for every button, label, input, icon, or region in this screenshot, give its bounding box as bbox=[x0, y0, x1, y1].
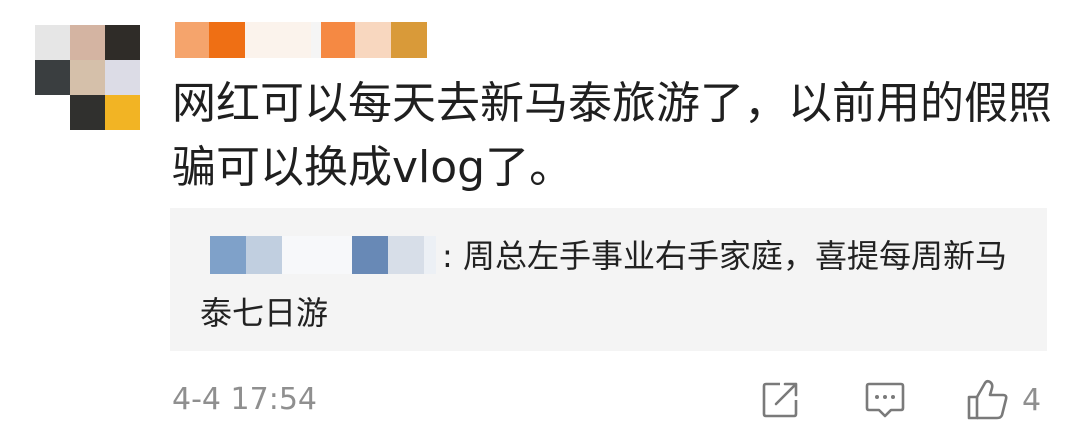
like-button[interactable]: 4 bbox=[966, 379, 1041, 421]
share-icon bbox=[760, 380, 800, 420]
timestamp: 4-4 17:54 bbox=[172, 382, 317, 417]
share-button[interactable] bbox=[760, 379, 800, 421]
comment-footer: 4-4 17:54 4 bbox=[0, 375, 1074, 425]
avatar-pixel bbox=[105, 95, 140, 130]
comment-button[interactable] bbox=[864, 379, 906, 421]
avatar-pixel bbox=[70, 95, 105, 130]
comment-icon bbox=[864, 379, 906, 421]
reply-text: : 周总左手事业右手家庭，喜提每周新马泰七日游 bbox=[200, 237, 1007, 332]
username-pixel bbox=[321, 22, 355, 58]
username-pixel bbox=[391, 22, 427, 58]
username-pixel bbox=[311, 22, 321, 58]
username-pixel bbox=[209, 22, 245, 58]
avatar-pixel bbox=[35, 95, 70, 130]
avatar-pixel bbox=[105, 60, 140, 95]
reply-box[interactable]: : 周总左手事业右手家庭，喜提每周新马泰七日游 bbox=[170, 208, 1047, 351]
like-icon bbox=[966, 379, 1010, 421]
like-count: 4 bbox=[1022, 382, 1042, 418]
avatar-pixel bbox=[35, 25, 70, 60]
avatar-pixel bbox=[35, 60, 70, 95]
username-pixel bbox=[175, 22, 209, 58]
username-pixel bbox=[245, 22, 311, 58]
avatar-pixel bbox=[70, 25, 105, 60]
username-redacted[interactable] bbox=[175, 22, 427, 58]
avatar-pixel bbox=[105, 25, 140, 60]
username-pixel bbox=[355, 22, 391, 58]
avatar-pixel bbox=[70, 60, 105, 95]
comment-text: 网红可以每天去新马泰旅游了，以前用的假照骗可以换成vlog了。 bbox=[172, 78, 1052, 193]
avatar[interactable] bbox=[35, 25, 140, 130]
